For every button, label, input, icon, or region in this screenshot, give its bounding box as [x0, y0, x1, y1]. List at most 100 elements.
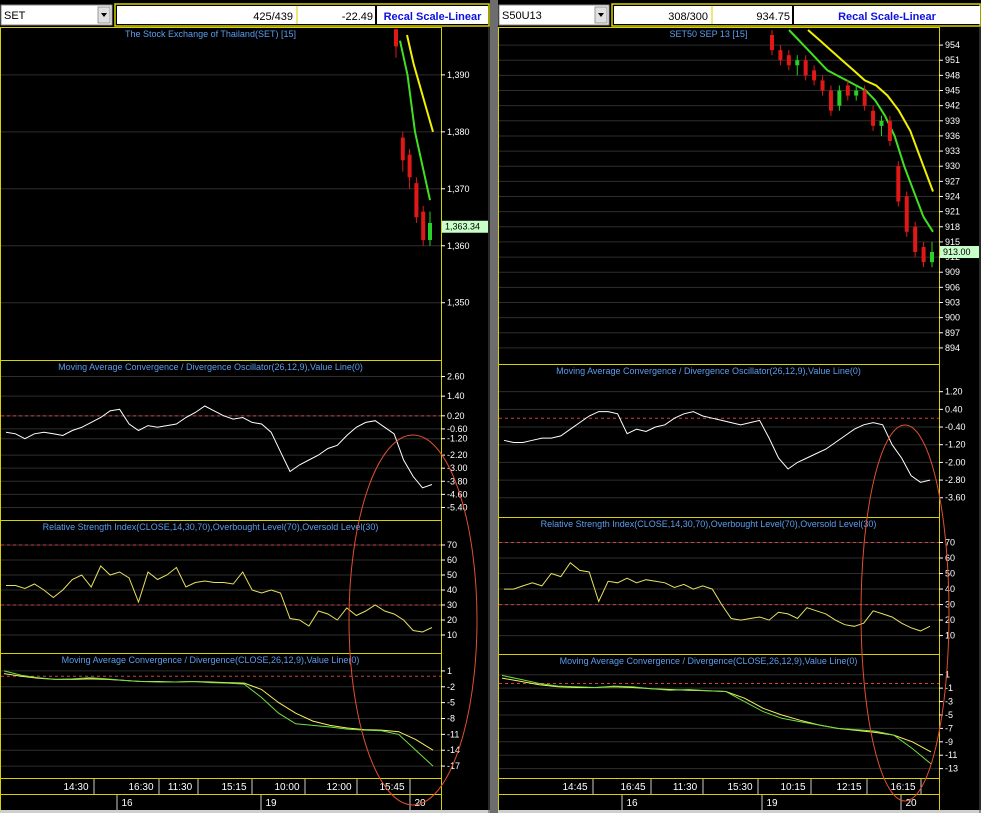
oscillator-axis-tick-label: -1.20: [945, 440, 966, 450]
last-price-label: 1,363.34: [445, 222, 480, 232]
time-tick-label: 16:45: [620, 782, 645, 793]
price-axis-tick-label: 930: [945, 161, 960, 171]
rsi-axis-tick-label: 60: [447, 555, 457, 565]
candlestick: [812, 70, 817, 81]
price-axis-tick-label: 1,390: [447, 70, 470, 80]
price-axis-tick-label: 906: [945, 282, 960, 292]
price-axis-tick-label: 900: [945, 313, 960, 323]
moving-average-green: [399, 40, 431, 201]
oscillator-axis-tick-label: -0.60: [447, 424, 468, 434]
price-axis-tick-label: 1,360: [447, 241, 470, 251]
counter-field-bg: [117, 6, 375, 24]
macd-line: [501, 674, 932, 765]
macd-axis-tick-label: -11: [945, 750, 957, 760]
candlestick: [400, 137, 405, 161]
macd-signal-line: [3, 673, 434, 751]
rsi-axis-tick-label: 70: [447, 540, 457, 550]
price-axis-tick-label: 1,350: [447, 298, 470, 308]
panel-splitter[interactable]: [490, 0, 498, 813]
rsi-axis-tick-label: 20: [447, 615, 457, 625]
right-chart-svg: S50U13 308/300 934.75 Recal Scale-Linear 954…: [498, 0, 981, 813]
oscillator-axis-tick-label: -0.40: [945, 422, 966, 432]
oscillator-axis-tick-label: -3.80: [447, 476, 468, 486]
macd-oscillator-frame: [0, 360, 442, 521]
macd-axis-tick-label: 1: [447, 666, 452, 676]
rsi-axis-tick-label: 40: [945, 584, 955, 594]
recal-scale-button[interactable]: Recal Scale-Linear: [838, 11, 937, 23]
candlestick: [845, 85, 850, 96]
macd-axis-tick-label: -7: [945, 723, 953, 733]
price-panel-frame: [0, 27, 442, 361]
time-tick-label: 10:00: [274, 782, 299, 793]
macd-title: Moving Average Convergence / Divergence(…: [62, 655, 360, 665]
price-axis-tick-label: 915: [945, 237, 960, 247]
oscillator-axis-tick-label: -3.60: [945, 493, 966, 503]
candlestick: [871, 110, 876, 126]
macd-title: Moving Average Convergence / Divergence(…: [560, 656, 858, 666]
candlestick: [778, 50, 783, 61]
date-tick-label: 19: [766, 798, 778, 809]
macd-axis-tick-label: -5: [945, 710, 953, 720]
symbol-select-value[interactable]: S50U13: [502, 10, 542, 22]
macd-oscillator-title: Moving Average Convergence / Divergence …: [556, 366, 861, 376]
price-axis-tick-label: 951: [945, 55, 960, 65]
left-chart-panel: SET 425/439 -22.49 Recal Scale-Linear 1,390 1…: [0, 0, 490, 813]
macd-frame: [0, 653, 442, 779]
oscillator-axis-tick-label: -2.00: [945, 457, 966, 467]
oscillator-axis-tick-label: 1.40: [447, 391, 465, 401]
time-tick-label: 12:00: [326, 782, 351, 793]
macd-axis-tick-label: -11: [447, 729, 459, 739]
candlestick: [921, 246, 926, 263]
price-axis-tick-label: 948: [945, 70, 960, 80]
right-chart-panel: S50U13 308/300 934.75 Recal Scale-Linear 954…: [498, 0, 981, 813]
oscillator-axis-tick-label: 1.20: [945, 387, 963, 397]
price-axis-tick-label: 918: [945, 222, 960, 232]
price-axis-tick-label: 936: [945, 131, 960, 141]
price-change: -22.49: [342, 11, 373, 23]
oscillator-axis-tick-label: 0.20: [447, 411, 465, 421]
candlestick: [879, 120, 884, 126]
date-tick-label: 16: [626, 798, 638, 809]
macd-axis-tick-label: -5: [447, 698, 455, 708]
oscillator-axis-tick-label: -1.20: [447, 434, 468, 444]
symbol-select-value[interactable]: SET: [4, 10, 26, 22]
oscillator-axis-tick-label: 0.40: [945, 404, 963, 414]
rsi-frame: [0, 520, 442, 654]
price-chart-title: SET50 SEP 13 [15]: [670, 29, 748, 39]
rsi-axis-tick-label: 10: [447, 630, 457, 640]
date-tick-label: 19: [265, 798, 277, 809]
macd-axis-tick-label: 1: [945, 670, 950, 680]
rsi-title: Relative Strength Index(CLOSE,14,30,70),…: [541, 519, 877, 529]
macd-axis-tick-label: -9: [945, 737, 953, 747]
macd-oscillator-line: [503, 411, 931, 483]
moving-average-yellow: [406, 34, 434, 133]
recal-scale-button[interactable]: Recal Scale-Linear: [384, 11, 483, 23]
rsi-title: Relative Strength Index(CLOSE,14,30,70),…: [43, 522, 379, 532]
candlestick: [428, 222, 432, 241]
bar-count: 425/439: [253, 11, 293, 23]
candlestick: [421, 211, 426, 241]
macd-oscillator-line: [5, 405, 433, 489]
price-axis-tick-label: 897: [945, 328, 960, 338]
macd-oscillator-title: Moving Average Convergence / Divergence …: [58, 362, 363, 372]
candlestick: [896, 166, 901, 202]
rsi-axis-tick-label: 10: [945, 631, 955, 641]
price-axis-tick-label: 909: [945, 267, 960, 277]
rsi-axis-tick-label: 50: [945, 569, 955, 579]
time-tick-label: 15:15: [221, 782, 246, 793]
rsi-axis-tick-label: 30: [447, 600, 457, 610]
date-tick-label: 16: [121, 798, 133, 809]
price-axis-tick-label: 894: [945, 343, 960, 353]
price-axis-tick-label: 1,380: [447, 127, 470, 137]
price-axis-tick-label: 939: [945, 116, 960, 126]
candlestick: [887, 120, 892, 141]
price-change: 934.75: [756, 11, 790, 23]
candlestick: [407, 154, 412, 178]
date-axis-frame: [0, 794, 442, 811]
time-tick-label: 11:30: [168, 782, 193, 793]
candlestick: [803, 60, 808, 76]
price-axis-tick-label: 921: [945, 207, 960, 217]
macd-axis-tick-label: -3: [945, 697, 953, 707]
time-tick-label: 11:30: [673, 782, 698, 793]
candlestick: [837, 90, 842, 106]
